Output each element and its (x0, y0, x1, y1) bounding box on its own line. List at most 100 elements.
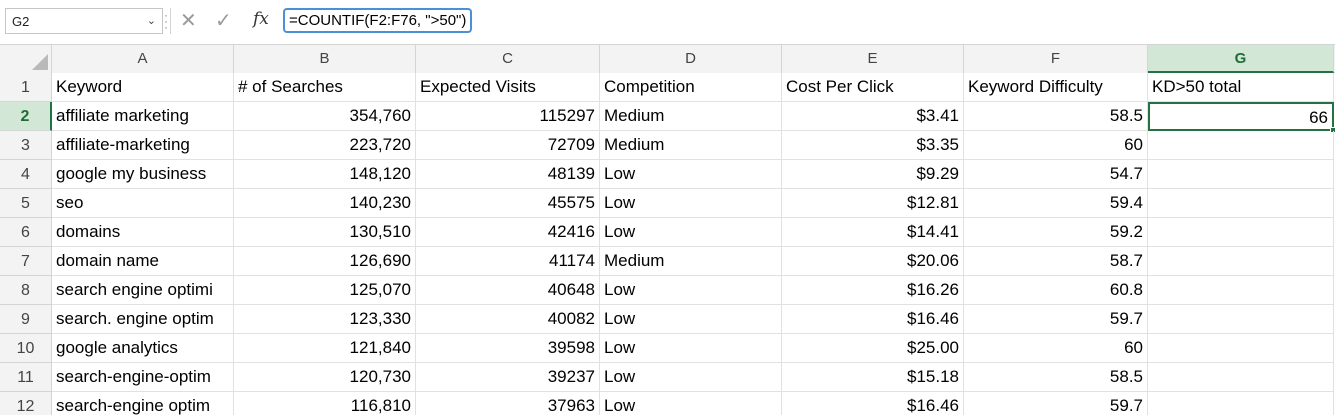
row-header-7[interactable]: 7 (0, 247, 52, 276)
cell-f4[interactable]: 54.7 (964, 160, 1148, 189)
row-header-5[interactable]: 5 (0, 189, 52, 218)
row-header-12[interactable]: 12 (0, 392, 52, 415)
cell-a3[interactable]: affiliate-marketing (52, 131, 234, 160)
check-icon[interactable]: ✓ (215, 8, 232, 33)
cell-a12[interactable]: search-engine optim (52, 392, 234, 415)
cell-c5[interactable]: 45575 (416, 189, 600, 218)
cell-d2[interactable]: Medium (600, 102, 782, 131)
cell-g11[interactable] (1148, 363, 1334, 392)
cell-b8[interactable]: 125,070 (234, 276, 416, 305)
row-header-4[interactable]: 4 (0, 160, 52, 189)
cell-g5[interactable] (1148, 189, 1334, 218)
cell-c8[interactable]: 40648 (416, 276, 600, 305)
cell-f2[interactable]: 58.5 (964, 102, 1148, 131)
drag-handle-icon[interactable]: · · · (163, 9, 169, 33)
cell-d5[interactable]: Low (600, 189, 782, 218)
cell-g10[interactable] (1148, 334, 1334, 363)
cell-e4[interactable]: $9.29 (782, 160, 964, 189)
cell-b2[interactable]: 354,760 (234, 102, 416, 131)
cell-b9[interactable]: 123,330 (234, 305, 416, 334)
cell-e11[interactable]: $15.18 (782, 363, 964, 392)
cell-a4[interactable]: google my business (52, 160, 234, 189)
row-header-8[interactable]: 8 (0, 276, 52, 305)
cell-a6[interactable]: domains (52, 218, 234, 247)
cell-a10[interactable]: google analytics (52, 334, 234, 363)
cell-b3[interactable]: 223,720 (234, 131, 416, 160)
cell-e5[interactable]: $12.81 (782, 189, 964, 218)
cell-c7[interactable]: 41174 (416, 247, 600, 276)
cell-f7[interactable]: 58.7 (964, 247, 1148, 276)
function-icon[interactable]: fx (253, 9, 269, 29)
cell-a8[interactable]: search engine optimi (52, 276, 234, 305)
cell-d11[interactable]: Low (600, 363, 782, 392)
cell-g6[interactable] (1148, 218, 1334, 247)
cell-g2[interactable]: 66 (1148, 102, 1334, 131)
column-header-e[interactable]: E (782, 45, 964, 73)
cancel-icon[interactable]: ✕ (180, 8, 197, 33)
column-header-f[interactable]: F (964, 45, 1148, 73)
select-all-corner[interactable] (0, 45, 52, 73)
cell-f11[interactable]: 58.5 (964, 363, 1148, 392)
cell-e8[interactable]: $16.26 (782, 276, 964, 305)
cell-c3[interactable]: 72709 (416, 131, 600, 160)
row-header-1[interactable]: 1 (0, 73, 52, 102)
row-header-10[interactable]: 10 (0, 334, 52, 363)
cell-c10[interactable]: 39598 (416, 334, 600, 363)
cell-g7[interactable] (1148, 247, 1334, 276)
cell-e2[interactable]: $3.41 (782, 102, 964, 131)
cell-f9[interactable]: 59.7 (964, 305, 1148, 334)
cell-f3[interactable]: 60 (964, 131, 1148, 160)
cell-g1[interactable]: KD>50 total (1148, 73, 1334, 102)
chevron-down-icon[interactable]: ⌄ (147, 14, 156, 27)
cell-c2[interactable]: 115297 (416, 102, 600, 131)
cell-f8[interactable]: 60.8 (964, 276, 1148, 305)
cell-g12[interactable] (1148, 392, 1334, 415)
row-header-9[interactable]: 9 (0, 305, 52, 334)
cell-c12[interactable]: 37963 (416, 392, 600, 415)
cell-e3[interactable]: $3.35 (782, 131, 964, 160)
cell-b11[interactable]: 120,730 (234, 363, 416, 392)
column-header-a[interactable]: A (52, 45, 234, 73)
cell-e9[interactable]: $16.46 (782, 305, 964, 334)
cell-b6[interactable]: 130,510 (234, 218, 416, 247)
cell-b7[interactable]: 126,690 (234, 247, 416, 276)
cell-d3[interactable]: Medium (600, 131, 782, 160)
cell-a7[interactable]: domain name (52, 247, 234, 276)
cell-f12[interactable]: 59.7 (964, 392, 1148, 415)
cell-e12[interactable]: $16.46 (782, 392, 964, 415)
cell-d7[interactable]: Medium (600, 247, 782, 276)
cell-a2[interactable]: affiliate marketing (52, 102, 234, 131)
name-box[interactable]: G2 ⌄ (5, 8, 163, 34)
cell-g4[interactable] (1148, 160, 1334, 189)
cell-f6[interactable]: 59.2 (964, 218, 1148, 247)
row-header-11[interactable]: 11 (0, 363, 52, 392)
cell-g8[interactable] (1148, 276, 1334, 305)
cell-f10[interactable]: 60 (964, 334, 1148, 363)
cell-c6[interactable]: 42416 (416, 218, 600, 247)
cell-g3[interactable] (1148, 131, 1334, 160)
row-header-2[interactable]: 2 (0, 102, 52, 131)
cell-d6[interactable]: Low (600, 218, 782, 247)
cell-e1[interactable]: Cost Per Click (782, 73, 964, 102)
cell-d10[interactable]: Low (600, 334, 782, 363)
cell-e7[interactable]: $20.06 (782, 247, 964, 276)
column-header-d[interactable]: D (600, 45, 782, 73)
cell-c11[interactable]: 39237 (416, 363, 600, 392)
row-header-6[interactable]: 6 (0, 218, 52, 247)
cell-a11[interactable]: search-engine-optim (52, 363, 234, 392)
cell-c1[interactable]: Expected Visits (416, 73, 600, 102)
column-header-g[interactable]: G (1148, 45, 1334, 73)
cell-f1[interactable]: Keyword Difficulty (964, 73, 1148, 102)
cell-d9[interactable]: Low (600, 305, 782, 334)
cell-d1[interactable]: Competition (600, 73, 782, 102)
cell-a5[interactable]: seo (52, 189, 234, 218)
column-header-b[interactable]: B (234, 45, 416, 73)
cell-b4[interactable]: 148,120 (234, 160, 416, 189)
cell-g9[interactable] (1148, 305, 1334, 334)
cell-a1[interactable]: Keyword (52, 73, 234, 102)
cell-b12[interactable]: 116,810 (234, 392, 416, 415)
column-header-c[interactable]: C (416, 45, 600, 73)
cell-d4[interactable]: Low (600, 160, 782, 189)
formula-input[interactable]: =COUNTIF(F2:F76, ">50") (283, 8, 473, 33)
cell-c4[interactable]: 48139 (416, 160, 600, 189)
